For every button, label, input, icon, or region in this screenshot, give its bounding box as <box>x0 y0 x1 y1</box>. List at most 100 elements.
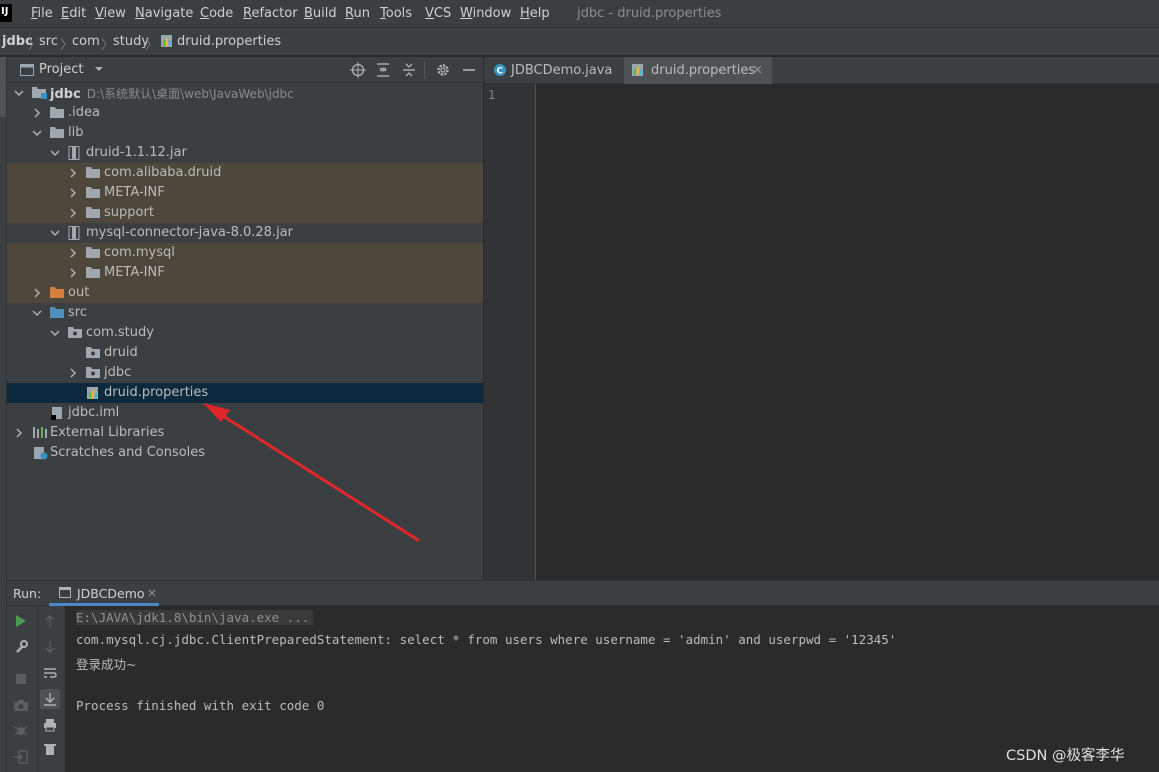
stop-icon[interactable] <box>14 672 28 686</box>
menu-tools[interactable]: Tools <box>380 6 412 21</box>
chevron-right-icon[interactable] <box>32 288 42 298</box>
tree-item-scratches-and-consoles[interactable]: Scratches and Consoles <box>7 443 483 463</box>
wrench-icon[interactable] <box>14 640 28 654</box>
tree-item-name: support <box>104 205 154 220</box>
tree-item-meta-inf[interactable]: META-INF <box>7 263 483 283</box>
tree-item-druid-properties[interactable]: druid.properties <box>7 383 483 403</box>
chevron-down-icon[interactable] <box>50 228 60 238</box>
tree-item-name: out <box>68 285 90 300</box>
print-icon[interactable] <box>43 718 57 732</box>
menu-run[interactable]: Run <box>345 6 370 21</box>
tree-item-meta-inf[interactable]: META-INF <box>7 183 483 203</box>
scroll-to-end-button[interactable] <box>40 689 60 709</box>
run-toolbar <box>7 606 65 772</box>
tree-item-label: com.study <box>86 325 154 340</box>
tree-item-idea[interactable]: .idea <box>7 103 483 123</box>
tree-item-src[interactable]: src <box>7 303 483 323</box>
arrow-down-icon[interactable] <box>44 640 56 654</box>
tree-item-jdbc[interactable]: jdbc D:\系统默认\桌面\web\JavaWeb\jdbc <box>7 83 483 103</box>
tree-item-label: jdbc <box>104 365 131 380</box>
breadcrumb-src[interactable]: src <box>39 34 58 49</box>
project-view-icon <box>20 64 34 76</box>
menu-navigate[interactable]: Navigate <box>135 6 193 21</box>
folder-icon <box>86 206 100 218</box>
toolbar-divider <box>37 606 38 772</box>
soft-wrap-icon[interactable] <box>43 666 57 680</box>
tree-item-path: D:\系统默认\桌面\web\JavaWeb\jdbc <box>86 87 294 101</box>
menu-file[interactable]: File <box>31 6 53 21</box>
tree-item-mysql-connector-jar[interactable]: mysql-connector-java-8.0.28.jar <box>7 223 483 243</box>
menu-help[interactable]: Help <box>520 6 550 21</box>
chevron-right-icon[interactable] <box>68 188 78 198</box>
settings-debug-icon[interactable] <box>13 724 29 738</box>
arrow-up-icon[interactable] <box>44 614 56 628</box>
run-console[interactable]: E:\JAVA\jdk1.8\bin\java.exe ... com.mysq… <box>65 606 1159 772</box>
breadcrumb-druid-properties[interactable]: druid.properties <box>177 34 281 49</box>
chevron-right-icon[interactable] <box>68 208 78 218</box>
tree-item-com-study[interactable]: com.study <box>7 323 483 343</box>
close-icon[interactable] <box>753 65 763 75</box>
minimize-icon[interactable] <box>462 62 476 78</box>
tree-item-jdbc-package[interactable]: jdbc <box>7 363 483 383</box>
tree-item-com-alibaba-druid[interactable]: com.alibaba.druid <box>7 163 483 183</box>
tree-item-support[interactable]: support <box>7 203 483 223</box>
exit-icon[interactable] <box>13 750 29 764</box>
menu-edit[interactable]: Edit <box>61 6 86 21</box>
chevron-down-icon[interactable] <box>94 64 104 74</box>
menu-code[interactable]: Code <box>200 6 233 21</box>
menu-build[interactable]: Build <box>304 6 337 21</box>
expand-all-icon[interactable] <box>376 62 390 78</box>
tree-item-name: com.alibaba.druid <box>104 165 222 180</box>
tab-jdbcdemo-java[interactable]: C JDBCDemo.java <box>488 57 624 84</box>
run-tab-jdbcdemo[interactable]: JDBCDemo <box>49 581 159 606</box>
tree-item-name: jdbc <box>104 365 132 380</box>
rerun-icon[interactable] <box>14 614 28 628</box>
tree-item-druid[interactable]: druid <box>7 343 483 363</box>
menu-vcs[interactable]: VCS <box>425 6 451 21</box>
chevron-down-icon[interactable] <box>50 328 60 338</box>
tree-item-label: support <box>104 205 154 220</box>
collapse-all-icon[interactable] <box>402 62 416 78</box>
tree-item-out[interactable]: out <box>7 283 483 303</box>
watermark: CSDN @极客李华 <box>1006 748 1125 764</box>
chevron-right-icon[interactable] <box>68 248 78 258</box>
menu-window[interactable]: Window <box>460 6 511 21</box>
editor-text-area[interactable] <box>536 84 1159 580</box>
tree-item-name: src <box>68 305 87 320</box>
console-exit-line: Process finished with exit code 0 <box>76 698 325 713</box>
menu-view[interactable]: View <box>95 6 126 21</box>
tree-item-name: jdbc <box>50 87 81 102</box>
tree-item-name: lib <box>68 125 84 140</box>
chevron-right-icon[interactable] <box>68 168 78 178</box>
camera-icon[interactable] <box>13 698 29 712</box>
tree-item-external-libraries[interactable]: External Libraries <box>7 423 483 443</box>
tab-druid-properties[interactable]: druid.properties <box>624 57 772 87</box>
chevron-right-icon[interactable] <box>68 368 78 378</box>
locate-file-icon[interactable] <box>350 62 366 78</box>
tree-item-label: out <box>68 285 89 300</box>
menu-refactor[interactable]: Refactor <box>243 6 298 21</box>
chevron-down-icon[interactable] <box>32 308 42 318</box>
project-panel-title[interactable]: Project <box>39 62 83 77</box>
tree-item-druid-jar[interactable]: druid-1.1.12.jar <box>7 143 483 163</box>
chevron-right-icon[interactable] <box>32 108 42 118</box>
chevron-down-icon[interactable] <box>32 128 42 138</box>
gear-icon[interactable] <box>435 62 451 78</box>
tree-item-lib[interactable]: lib <box>7 123 483 143</box>
intellij-logo-icon[interactable]: IJ <box>0 4 12 22</box>
chevron-right-icon[interactable] <box>68 268 78 278</box>
tree-item-label: .idea <box>68 105 100 120</box>
tree-item-com-mysql[interactable]: com.mysql <box>7 243 483 263</box>
tree-item-name: mysql-connector-java-8.0.28.jar <box>86 225 293 240</box>
chevron-down-icon[interactable] <box>50 148 60 158</box>
project-tool-tab[interactable] <box>0 57 6 117</box>
breadcrumb-com[interactable]: com <box>72 34 100 49</box>
breadcrumb-study[interactable]: study <box>113 34 149 49</box>
breadcrumb: jdbc 〉 src 〉 com 〉 study 〉 druid.propert… <box>0 28 1159 56</box>
trash-icon[interactable] <box>43 742 57 756</box>
tree-item-jdbc-iml[interactable]: jdbc.iml <box>7 403 483 423</box>
chevron-down-icon[interactable] <box>14 88 24 98</box>
chevron-right-icon[interactable] <box>14 428 24 438</box>
close-icon[interactable] <box>148 589 157 598</box>
application-icon <box>59 586 72 599</box>
